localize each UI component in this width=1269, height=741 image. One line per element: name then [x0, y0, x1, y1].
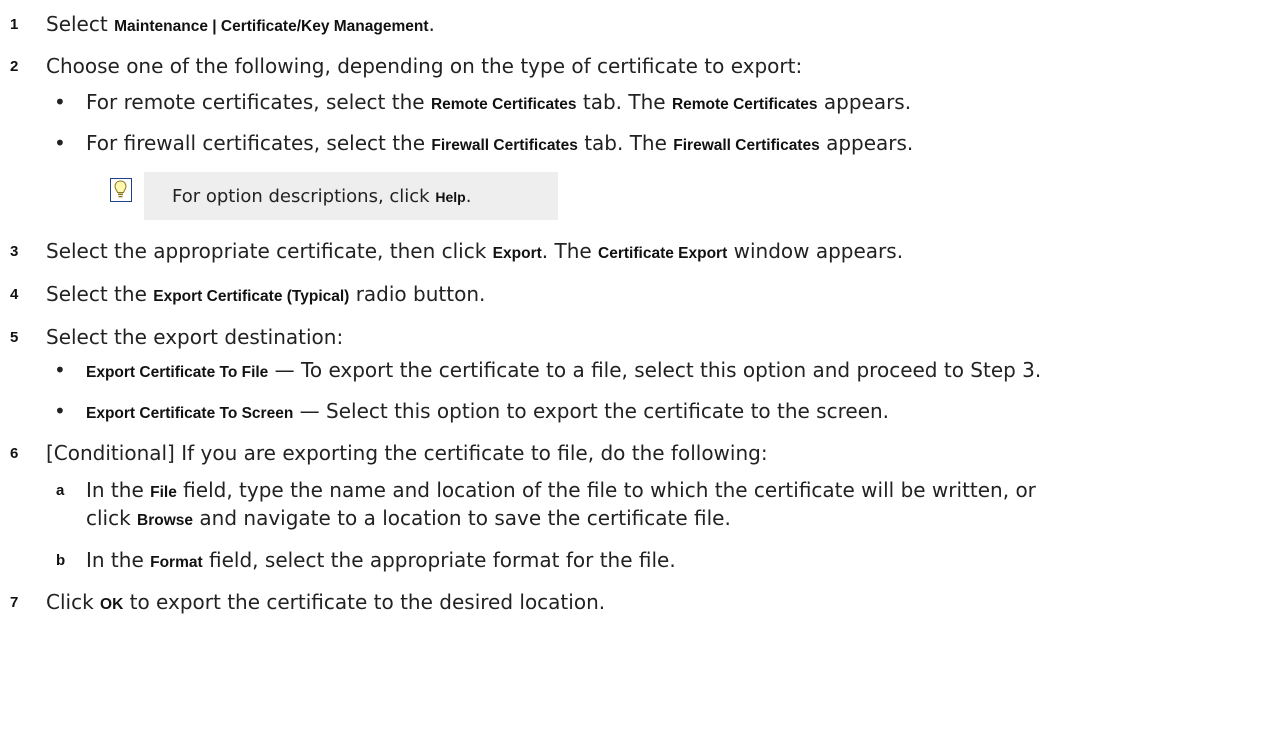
step-number: 2	[10, 58, 19, 75]
step-number: 3	[10, 243, 19, 260]
step-number: 4	[10, 286, 19, 303]
step-number: 7	[10, 594, 19, 611]
substep-letter: a	[56, 482, 65, 499]
substep-letter: b	[56, 552, 66, 569]
lightbulb-icon	[110, 178, 132, 202]
tip-text: For option descriptions, click Help.	[172, 186, 472, 207]
bullet-icon: •	[54, 358, 66, 382]
tip-box: For option descriptions, click Help.	[144, 172, 558, 220]
bullet-icon: •	[54, 131, 66, 155]
step-text: Select Maintenance | Certificate/Key Man…	[46, 12, 435, 36]
step-number: 6	[10, 445, 19, 462]
step-number: 5	[10, 329, 19, 346]
step-text: Choose one of the following, depending o…	[46, 54, 803, 78]
step-number: 1	[10, 16, 19, 33]
menu-path: Maintenance | Certificate/Key Management	[114, 18, 429, 35]
bullet-icon: •	[54, 399, 66, 423]
bullet-icon: •	[54, 90, 66, 114]
